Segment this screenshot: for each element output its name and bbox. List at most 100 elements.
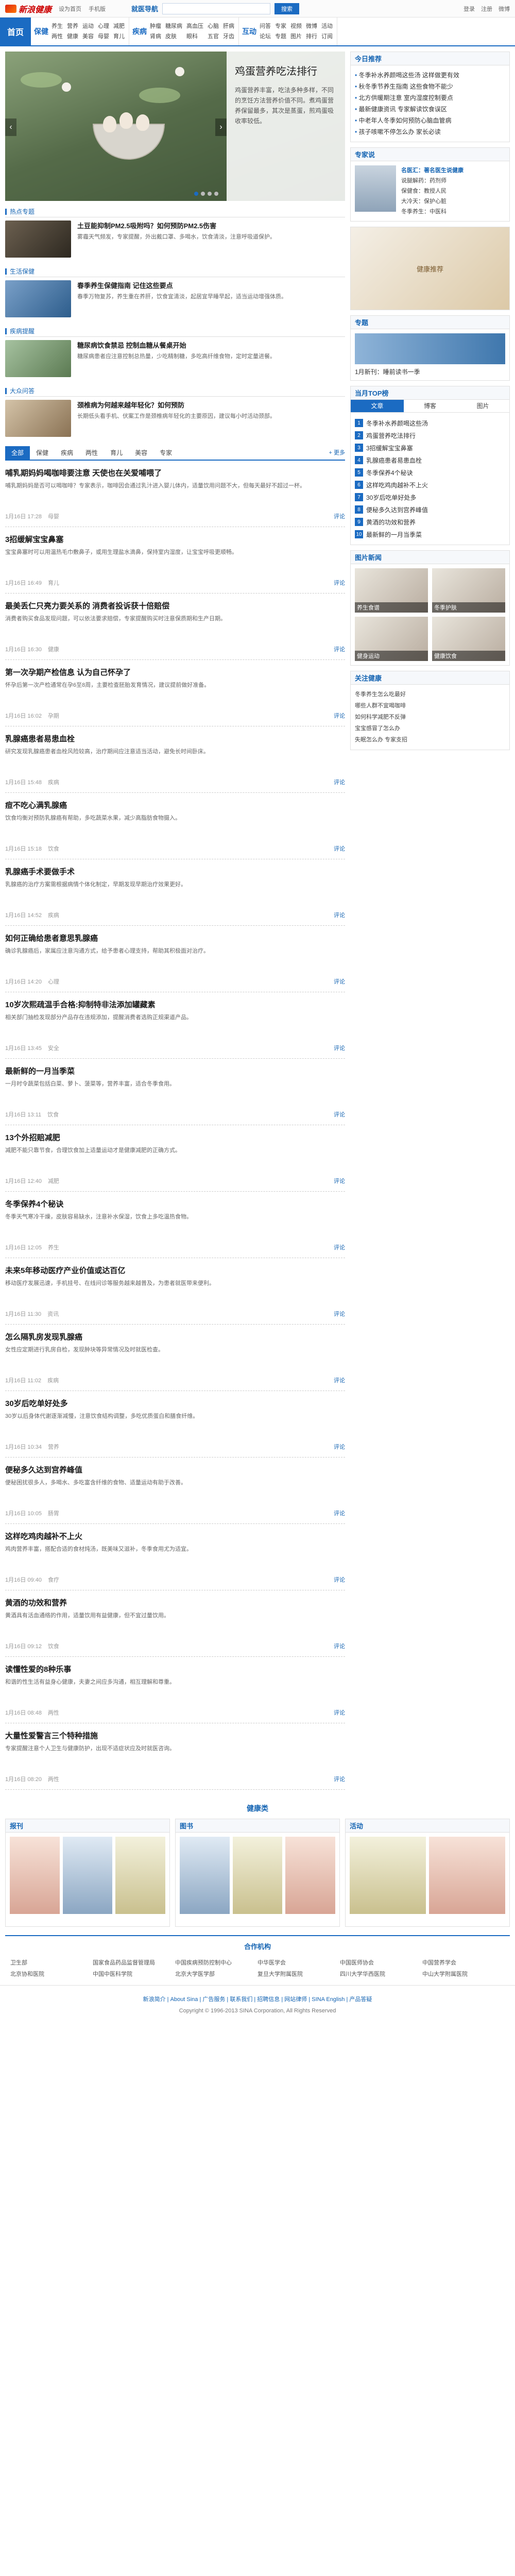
- hero-dot[interactable]: [214, 192, 218, 196]
- rank-title[interactable]: 30岁后吃单好处多: [366, 493, 416, 502]
- article-title[interactable]: 第一次孕期产检信息 认为自己怀孕了: [5, 667, 345, 677]
- rank-title[interactable]: 黄酒的功效和营养: [366, 518, 416, 527]
- register-link[interactable]: 注册: [481, 5, 492, 13]
- nav-link[interactable]: 眼科: [186, 32, 203, 40]
- tag-item[interactable]: 宝宝感冒了怎么办: [355, 723, 505, 734]
- comment-link[interactable]: 评论: [334, 1310, 345, 1318]
- rank-tab[interactable]: 文章: [351, 400, 404, 412]
- nav-link[interactable]: 营养: [67, 22, 78, 30]
- article-title[interactable]: 10岁次熙疏温手合格:抑制特非法添加罐藏素: [5, 999, 345, 1010]
- comment-link[interactable]: 评论: [334, 1243, 345, 1251]
- article-title[interactable]: 乳腺癌手术要做手术: [5, 866, 345, 877]
- site-logo[interactable]: 新浪健康: [5, 3, 52, 15]
- article-title[interactable]: 最新鲜的一月当季菜: [5, 1065, 345, 1076]
- special-banner[interactable]: [355, 333, 505, 364]
- cover-image[interactable]: [10, 1837, 60, 1914]
- today-item[interactable]: 北方供暖期注意 室内湿度控制要点: [355, 92, 505, 104]
- rank-item[interactable]: 8 便秘多久达到宫养峰值: [355, 503, 505, 516]
- article-tag[interactable]: 育儿: [48, 579, 59, 587]
- cover-image[interactable]: [285, 1837, 336, 1914]
- partner-link[interactable]: 中国中医科学院: [93, 1970, 175, 1978]
- rank-title[interactable]: 最新鲜的一月当季菜: [366, 530, 422, 539]
- article-title[interactable]: 痘不吃心满乳腺癌: [5, 800, 345, 810]
- tab-3[interactable]: 两性: [79, 446, 104, 460]
- article-tag[interactable]: 营养: [48, 1443, 59, 1451]
- comment-link[interactable]: 评论: [334, 711, 345, 720]
- article-tag[interactable]: 安全: [48, 1044, 59, 1052]
- hero-prev-button[interactable]: ‹: [5, 118, 16, 136]
- footer-links[interactable]: 新浪简介 | About Sina | 广告服务 | 联系我们 | 招聘信息 |…: [0, 1994, 515, 2005]
- cover-image[interactable]: [350, 1837, 426, 1914]
- tab-5[interactable]: 美容: [129, 446, 153, 460]
- nav-link[interactable]: 专题: [275, 32, 286, 40]
- comment-link[interactable]: 评论: [334, 1642, 345, 1650]
- rank-tab[interactable]: 博客: [404, 400, 457, 412]
- rank-item[interactable]: 3 3招缓解宝宝鼻塞: [355, 442, 505, 454]
- rank-tab[interactable]: 图片: [456, 400, 509, 412]
- comment-link[interactable]: 评论: [334, 1443, 345, 1451]
- nav-link[interactable]: 心脑: [208, 22, 219, 30]
- article-title[interactable]: 读懂性爱的8种乐事: [5, 1664, 345, 1674]
- expert-line[interactable]: 大冷天：保护心脏: [401, 196, 464, 207]
- rank-title[interactable]: 冬季保养4个秘诀: [366, 468, 413, 477]
- nav-link[interactable]: 两性: [52, 32, 63, 40]
- nav-link[interactable]: 养生: [52, 22, 63, 30]
- partner-link[interactable]: 北京协和医院: [10, 1970, 93, 1978]
- nav-group-title[interactable]: 保健: [31, 18, 52, 45]
- nav-link[interactable]: 牙齿: [223, 32, 234, 40]
- rank-title[interactable]: 这样吃鸡肉越补不上火: [366, 481, 428, 489]
- article-tag[interactable]: 疾病: [47, 1376, 59, 1384]
- article-tag[interactable]: 饮食: [48, 844, 59, 853]
- hero-dot[interactable]: [208, 192, 212, 196]
- tabs-more-link[interactable]: + 更多: [329, 446, 345, 460]
- article-title[interactable]: 未来5年移动医疗产业价值或达百亿: [5, 1265, 345, 1276]
- health-ad[interactable]: 健康推荐: [351, 227, 509, 310]
- topic-label[interactable]: 生活保健: [10, 267, 35, 276]
- article-tag[interactable]: 养生: [48, 1243, 59, 1251]
- article-tag[interactable]: 健康: [48, 645, 59, 653]
- nav-link[interactable]: 心理: [98, 22, 109, 30]
- search-input[interactable]: [162, 3, 271, 14]
- nav-link[interactable]: 糖尿病: [165, 22, 182, 30]
- comment-link[interactable]: 评论: [334, 1708, 345, 1717]
- article-title[interactable]: 乳腺癌患者易患血栓: [5, 733, 345, 744]
- nav-link[interactable]: 订阅: [321, 32, 333, 40]
- nav-link[interactable]: 微博: [306, 22, 317, 30]
- nav-link[interactable]: 皮肤: [165, 32, 182, 40]
- comment-link[interactable]: 评论: [334, 1177, 345, 1185]
- rank-title[interactable]: 3招缓解宝宝鼻塞: [366, 444, 413, 452]
- partner-link[interactable]: 中山大学附属医院: [422, 1970, 505, 1978]
- article-title[interactable]: 如何正确给患者意思乳腺癌: [5, 933, 345, 943]
- expert-line[interactable]: 保健食：教授人民: [401, 186, 464, 196]
- nav-link[interactable]: 肝病: [223, 22, 234, 30]
- pic-item[interactable]: 冬季护肤: [432, 568, 505, 613]
- nav-link[interactable]: 专家: [275, 22, 286, 30]
- article-title[interactable]: 便秘多久达到宫养峰值: [5, 1464, 345, 1475]
- article-title[interactable]: 13个外招赔减肥: [5, 1132, 345, 1143]
- rank-item[interactable]: 2 鸡蛋营养吃法排行: [355, 429, 505, 442]
- partner-link[interactable]: 中华医学会: [258, 1958, 340, 1967]
- topic-title[interactable]: 颈椎病为何越来越年轻化？如何预防: [77, 400, 276, 410]
- hero-next-button[interactable]: ›: [215, 118, 227, 136]
- comment-link[interactable]: 评论: [334, 1044, 345, 1052]
- today-item[interactable]: 秋冬季节养生指南 这些食物不能少: [355, 81, 505, 92]
- nav-link[interactable]: 高血压: [186, 22, 203, 30]
- cover-image[interactable]: [115, 1837, 166, 1914]
- topic-thumbnail[interactable]: [5, 400, 71, 437]
- article-tag[interactable]: 两性: [48, 1775, 59, 1783]
- topic-thumbnail[interactable]: [5, 280, 71, 317]
- comment-link[interactable]: 评论: [334, 844, 345, 853]
- hero-dot[interactable]: [201, 192, 205, 196]
- topic-label[interactable]: 热点专题: [10, 207, 35, 216]
- rank-item[interactable]: 5 冬季保养4个秘诀: [355, 466, 505, 479]
- article-tag[interactable]: 饮食: [48, 1642, 59, 1650]
- rank-item[interactable]: 9 黄酒的功效和营养: [355, 516, 505, 528]
- tab-0[interactable]: 全部: [5, 446, 30, 460]
- today-item[interactable]: 冬季补水养颜喝这些汤 这样做更有效: [355, 70, 505, 81]
- today-item[interactable]: 最新健康资讯 专家解读饮食误区: [355, 104, 505, 115]
- partner-link[interactable]: 国家食品药品监督管理局: [93, 1958, 175, 1967]
- nav-link[interactable]: 活动: [321, 22, 333, 30]
- nav-link[interactable]: 减肥: [113, 22, 125, 30]
- rank-title[interactable]: 冬季补水养颜喝这些汤: [366, 419, 428, 428]
- comment-link[interactable]: 评论: [334, 1775, 345, 1783]
